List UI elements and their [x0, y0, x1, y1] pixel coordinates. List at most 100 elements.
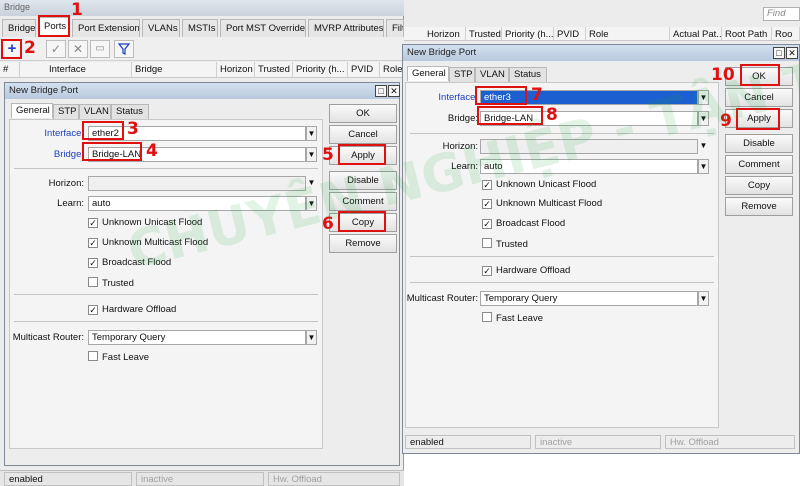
- tab-mstis[interactable]: MSTIs: [182, 19, 218, 37]
- unknown-unicast-flood-checkbox[interactable]: ✓ Unknown Unicast Flood: [88, 217, 202, 228]
- col-number[interactable]: #: [0, 62, 20, 78]
- close-icon[interactable]: ✕: [786, 47, 798, 59]
- learn-label: Learn:: [57, 198, 84, 209]
- col-trusted[interactable]: Trusted: [466, 27, 502, 41]
- tab-filter[interactable]: Filte: [386, 19, 404, 37]
- checkbox-icon[interactable]: ✓: [88, 218, 98, 228]
- col-bridge[interactable]: Bridge: [132, 62, 217, 78]
- chevron-down-icon[interactable]: ▼: [698, 159, 709, 174]
- col-role[interactable]: Role: [380, 62, 404, 78]
- checkbox-icon[interactable]: ✓: [482, 219, 492, 229]
- col-pvid[interactable]: PVID: [554, 27, 586, 41]
- comment-icon[interactable]: ▭: [90, 40, 110, 58]
- remove-button[interactable]: Remove: [329, 234, 397, 253]
- checkbox-icon[interactable]: [482, 312, 492, 322]
- checkbox-icon[interactable]: ✓: [88, 258, 98, 268]
- unknown-multicast-flood-checkbox[interactable]: ✓ Unknown Multicast Flood: [88, 237, 208, 248]
- copy-button[interactable]: Copy: [725, 176, 793, 195]
- hardware-offload-checkbox[interactable]: ✓ Hardware Offload: [88, 304, 176, 315]
- tab-status[interactable]: Status: [509, 67, 547, 82]
- hardware-offload-checkbox[interactable]: ✓ Hardware Offload: [482, 265, 570, 276]
- find-input[interactable]: Find: [763, 7, 800, 21]
- multicast-router-select[interactable]: Temporary Query: [480, 291, 698, 306]
- comment-button[interactable]: Comment: [725, 155, 793, 174]
- tab-vlan[interactable]: VLAN: [475, 67, 509, 82]
- checkbox-icon[interactable]: ✓: [482, 266, 492, 276]
- close-icon[interactable]: ✕: [388, 85, 400, 97]
- remove-button[interactable]: Remove: [725, 197, 793, 216]
- col-pvid[interactable]: PVID: [348, 62, 380, 78]
- checkbox-icon[interactable]: [88, 277, 98, 287]
- restore-icon[interactable]: □: [773, 47, 785, 59]
- cancel-button[interactable]: Cancel: [725, 88, 793, 107]
- broadcast-flood-checkbox[interactable]: ✓ Broadcast Flood: [88, 257, 171, 268]
- learn-select[interactable]: auto: [88, 196, 306, 211]
- multicast-router-label: Multicast Router:: [12, 332, 84, 343]
- checkbox-icon[interactable]: [88, 351, 98, 361]
- comment-button[interactable]: Comment: [329, 192, 397, 211]
- checkbox-icon[interactable]: ✓: [88, 305, 98, 315]
- trusted-checkbox[interactable]: Trusted: [88, 277, 134, 289]
- chevron-down-icon[interactable]: ▼: [306, 147, 317, 162]
- status-hw-offload: Hw. Offload: [665, 435, 795, 449]
- caret-down-icon[interactable]: ▼: [306, 176, 317, 191]
- checkbox-icon[interactable]: ✓: [482, 180, 492, 190]
- col-role[interactable]: Role: [586, 27, 670, 41]
- filter-icon[interactable]: [114, 40, 134, 58]
- ok-button[interactable]: OK: [329, 104, 397, 123]
- fast-leave-checkbox[interactable]: Fast Leave: [482, 312, 543, 324]
- col-horizon[interactable]: Horizon: [217, 62, 255, 78]
- checkbox-label: Fast Leave: [496, 313, 543, 324]
- chevron-down-icon[interactable]: ▼: [306, 126, 317, 141]
- chevron-down-icon[interactable]: ▼: [698, 111, 709, 126]
- col-actual-path[interactable]: Actual Pat...: [670, 27, 722, 41]
- disable-button[interactable]: Disable: [329, 171, 397, 190]
- horizon-input[interactable]: [88, 176, 306, 191]
- highlight-interface-field: [82, 121, 124, 140]
- checkbox-icon[interactable]: ✓: [482, 199, 492, 209]
- tab-bridge[interactable]: Bridge: [2, 19, 36, 37]
- checkbox-label: Broadcast Flood: [496, 218, 566, 229]
- tab-vlans[interactable]: VLANs: [142, 19, 180, 37]
- trusted-checkbox[interactable]: Trusted: [482, 238, 528, 250]
- tab-stp[interactable]: STP: [53, 104, 79, 119]
- chevron-down-icon[interactable]: ▼: [306, 196, 317, 211]
- tab-status[interactable]: Status: [111, 104, 149, 119]
- tab-port-mst-overrides[interactable]: Port MST Overrides: [220, 19, 306, 37]
- bridge-label: Bridge:: [53, 149, 84, 160]
- col-trusted[interactable]: Trusted: [255, 62, 293, 78]
- chevron-down-icon[interactable]: ▼: [306, 330, 317, 345]
- multicast-router-label: Multicast Router:: [406, 293, 478, 304]
- tab-general[interactable]: General: [11, 103, 53, 118]
- col-root-path[interactable]: Root Path: [722, 27, 772, 41]
- tab-port-extensions[interactable]: Port Extensions: [72, 19, 140, 37]
- unknown-multicast-flood-checkbox[interactable]: ✓ Unknown Multicast Flood: [482, 198, 602, 209]
- broadcast-flood-checkbox[interactable]: ✓ Broadcast Flood: [482, 218, 565, 229]
- cross-icon[interactable]: ✕: [68, 40, 88, 58]
- restore-icon[interactable]: □: [375, 85, 387, 97]
- tab-mvrp-attributes[interactable]: MVRP Attributes: [308, 19, 384, 37]
- col-interface[interactable]: Interface: [46, 62, 132, 78]
- tab-stp[interactable]: STP: [449, 67, 475, 82]
- tab-vlan[interactable]: VLAN: [79, 104, 111, 119]
- learn-select[interactable]: auto: [480, 159, 698, 174]
- multicast-router-select[interactable]: Temporary Query: [88, 330, 306, 345]
- fast-leave-checkbox[interactable]: Fast Leave: [88, 351, 149, 363]
- chevron-down-icon[interactable]: ▼: [698, 90, 709, 105]
- check-icon[interactable]: ✓: [46, 40, 66, 58]
- caret-down-icon[interactable]: ▼: [698, 139, 709, 154]
- tab-general[interactable]: General: [407, 66, 449, 81]
- col-root[interactable]: Roo: [772, 27, 800, 41]
- unknown-unicast-flood-checkbox[interactable]: ✓ Unknown Unicast Flood: [482, 179, 596, 190]
- col-priority[interactable]: Priority (h...: [293, 62, 348, 78]
- step-number-3: 3: [127, 119, 139, 139]
- checkbox-icon[interactable]: ✓: [88, 238, 98, 248]
- col-horizon[interactable]: Horizon: [424, 27, 466, 41]
- checkbox-icon[interactable]: [482, 238, 492, 248]
- horizon-input[interactable]: [480, 139, 698, 154]
- chevron-down-icon[interactable]: ▼: [698, 291, 709, 306]
- disable-button[interactable]: Disable: [725, 134, 793, 153]
- cancel-button[interactable]: Cancel: [329, 125, 397, 144]
- new-bridge-port-dialog-right: New Bridge Port □ ✕ General STP VLAN Sta…: [402, 44, 800, 454]
- col-priority[interactable]: Priority (h...: [502, 27, 554, 41]
